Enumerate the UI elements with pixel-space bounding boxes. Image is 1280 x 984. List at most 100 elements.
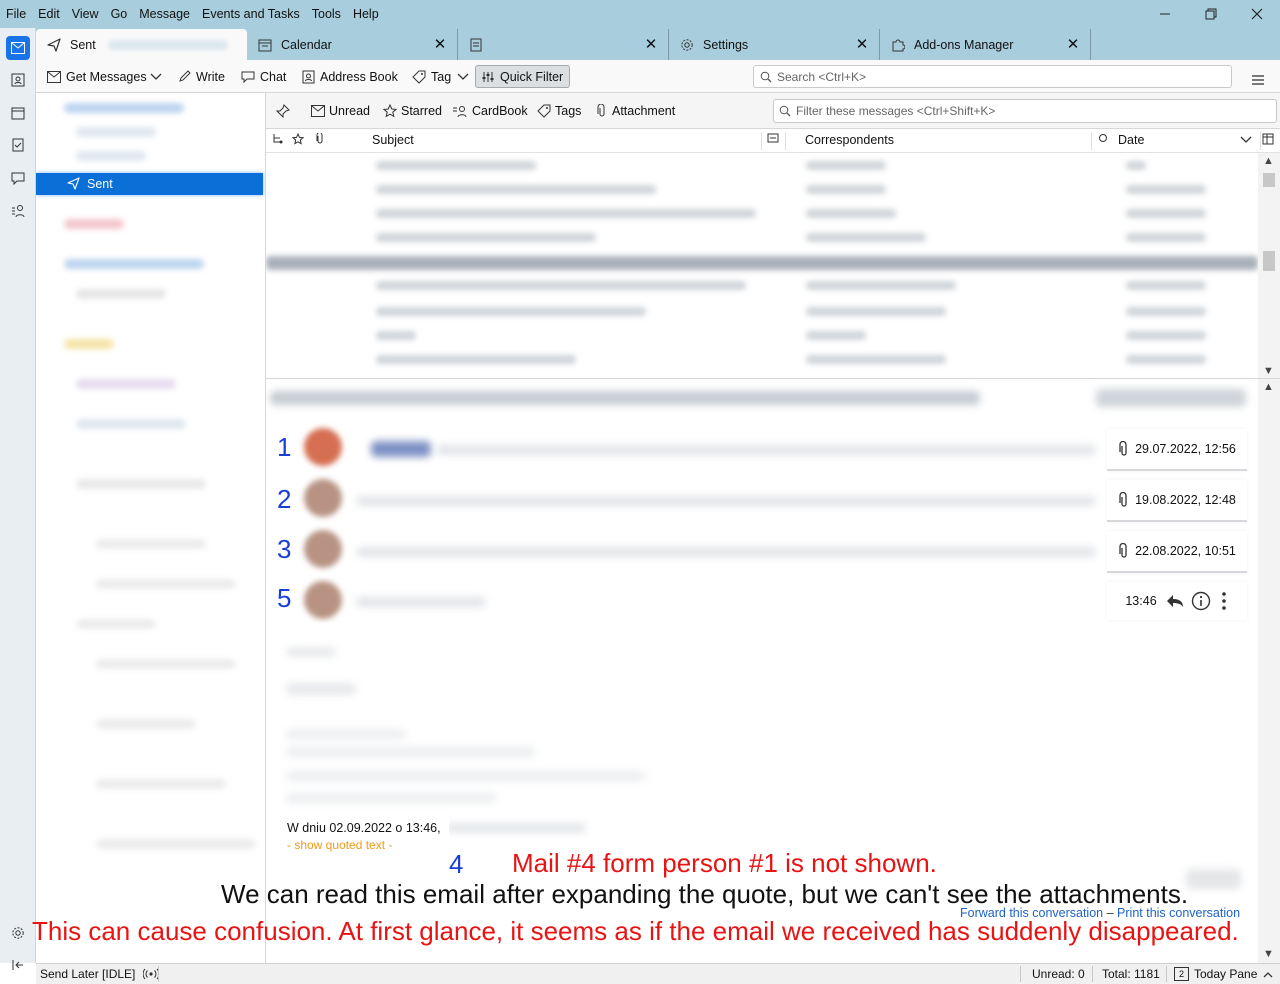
sort-descending-icon[interactable] [1240,136,1252,144]
get-messages-button[interactable]: Get Messages [47,65,147,88]
menu-view[interactable]: View [66,7,105,21]
tab-calendar[interactable]: Calendar ✕ [247,29,458,60]
blurred-cell [1126,355,1206,364]
tasks-space-button[interactable] [6,133,30,157]
close-tab-icon[interactable]: ✕ [433,36,447,53]
blurred-folder [96,719,196,729]
close-tab-icon[interactable]: ✕ [855,36,869,53]
blurred-cell [1126,331,1206,340]
message-date-1[interactable]: 29.07.2022, 12:56 [1107,429,1247,471]
account-space-button[interactable] [6,199,30,223]
unread-count: Unread: 0 [1032,967,1085,981]
tab-add-ons-manager[interactable]: Add-ons Manager ✕ [880,29,1091,60]
read-status-icon [1099,134,1107,142]
tab-label: Settings [703,37,749,52]
subject-column[interactable]: Subject [372,133,414,147]
thread-column-toggle[interactable] [271,133,283,147]
scroll-up-icon[interactable]: ▲ [1263,381,1274,393]
address-book-icon [302,70,315,83]
scroll-thumb[interactable] [1263,173,1275,187]
quoted-reply-box: W dniu 02.09.2022 o 13:46, - show quoted… [279,815,449,859]
thread-list[interactable] [266,153,1258,378]
mail-space-button[interactable] [6,36,30,60]
chat-button[interactable]: Chat [241,65,286,88]
message-scrollbar[interactable]: ▲ ▼ [1258,379,1280,963]
tasks-icon [12,138,24,152]
get-messages-dropdown[interactable] [150,65,167,88]
more-options-icon[interactable] [1219,591,1229,611]
minimize-icon [1160,13,1170,15]
chat-space-button[interactable] [6,166,30,190]
menu-help[interactable]: Help [347,7,385,21]
tag-button[interactable]: Tag [412,65,474,88]
today-pane-toggle[interactable]: 2 Today Pane [1174,967,1273,981]
column-picker-button[interactable] [1262,133,1274,145]
reply-icon[interactable] [1165,593,1185,609]
address-book-space-button[interactable] [6,68,30,92]
paperclip-icon [1119,492,1127,507]
sticky-filter-button[interactable] [276,102,294,120]
filter-starred-button[interactable]: Starred [383,102,442,120]
close-window-button[interactable] [1234,4,1280,24]
message-time: 13:46 [1125,594,1157,608]
column-divider [761,132,762,150]
close-tab-icon[interactable]: ✕ [1066,36,1080,53]
date-column[interactable]: Date [1118,133,1144,147]
annotation-number-5: 5 [277,583,292,613]
unread-column[interactable] [1098,133,1108,143]
tab-label: Sent [70,37,96,52]
blurred-folder [76,379,176,389]
blurred-body-line [286,729,406,739]
write-button[interactable]: Write [178,65,225,88]
thread-scrollbar[interactable]: ▲ ▼ [1258,153,1280,378]
collapse-spaces-button[interactable] [6,953,30,977]
app-menu-button[interactable] [1251,68,1270,91]
minimize-button[interactable] [1142,4,1188,24]
filter-messages-input[interactable]: Filter these messages <Ctrl+Shift+K> [773,99,1277,123]
menu-message[interactable]: Message [133,7,196,21]
filter-cardbook-button[interactable]: CardBook [452,102,528,120]
scroll-up-icon[interactable]: ▲ [1263,155,1274,167]
paperclip-icon [1119,543,1127,558]
scroll-down-icon[interactable]: ▼ [1263,365,1274,377]
status-divider [1020,966,1021,982]
filter-attachment-button[interactable]: Attachment [596,102,675,120]
quick-filter-bar: Unread Starred CardBook Tags Attachment … [266,93,1280,129]
menu-file[interactable]: File [0,7,32,21]
attachment-column[interactable] [315,133,325,145]
menu-events-and-tasks[interactable]: Events and Tasks [196,7,306,21]
filter-unread-button[interactable]: Unread [311,102,370,120]
starred-column[interactable] [292,133,304,145]
close-tab-icon[interactable]: ✕ [644,36,658,53]
scroll-thumb[interactable] [1263,251,1275,271]
menu-tools[interactable]: Tools [306,7,347,21]
blurred-cell [806,233,926,242]
message-date-2[interactable]: 19.08.2022, 12:48 [1107,480,1247,522]
tab-document[interactable]: ✕ [458,29,669,60]
settings-button[interactable] [6,921,30,945]
location-column[interactable] [767,133,779,143]
blurred-folder [96,779,226,789]
address-book-button[interactable]: Address Book [302,65,398,88]
send-icon [46,37,62,53]
blurred-body-line [286,647,336,657]
calendar-space-button[interactable] [6,101,30,125]
scroll-down-icon[interactable]: ▼ [1263,948,1274,960]
send-later-status[interactable]: Send Later [IDLE] [40,967,160,981]
column-divider [1091,132,1092,150]
message-date-3[interactable]: 22.08.2022, 10:51 [1107,531,1247,573]
info-icon[interactable] [1191,591,1211,611]
folder-sent[interactable]: Sent [36,173,263,195]
correspondents-column[interactable]: Correspondents [805,133,894,147]
tab-settings[interactable]: Settings ✕ [669,29,880,60]
show-quoted-text-link[interactable]: - show quoted text - [287,838,441,852]
tab-sent[interactable]: Sent [36,29,247,60]
annotation-line-3: This can cause confusion. At first glanc… [32,916,1239,946]
filter-tags-button[interactable]: Tags [537,102,581,120]
menu-go[interactable]: Go [105,7,134,21]
menu-edit[interactable]: Edit [32,7,66,21]
quick-filter-button[interactable]: Quick Filter [475,65,571,88]
restore-button[interactable] [1188,4,1234,24]
blurred-folder [96,839,256,849]
global-search-input[interactable]: Search <Ctrl+K> [753,65,1232,88]
